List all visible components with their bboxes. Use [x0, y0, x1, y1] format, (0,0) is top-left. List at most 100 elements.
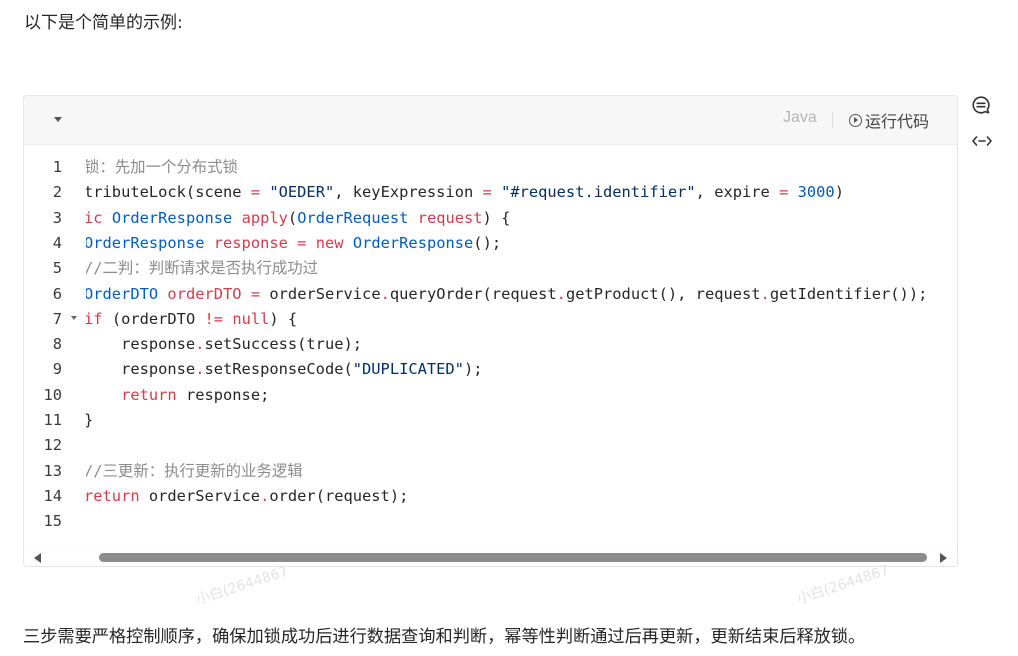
line-number: 8	[52, 335, 62, 354]
code-token: getIdentifier());	[769, 284, 928, 303]
code-token: OrderResponse	[84, 233, 205, 252]
code-token: "DUPLICATED"	[352, 360, 464, 379]
code-token: request	[417, 208, 483, 227]
code-token: response	[84, 360, 196, 379]
code-line: 11}	[24, 408, 957, 433]
code-token: null	[232, 309, 270, 328]
run-code-label: 运行代码	[865, 112, 930, 131]
run-code-button[interactable]: 运行代码	[849, 108, 929, 132]
code-token: =	[779, 183, 789, 202]
comment-icon[interactable]	[971, 95, 991, 115]
code-token: ) {	[269, 309, 298, 328]
code-token: //二判：判断请求是否执行成功过	[84, 259, 319, 278]
code-token: (orderDTO	[102, 309, 205, 328]
code-token: response	[213, 233, 288, 252]
code-token: )	[834, 183, 844, 202]
language-label: Java	[783, 109, 817, 126]
code-token: if	[84, 309, 103, 328]
code-token: OrderRequest	[297, 208, 409, 227]
code-token: OrderResponse	[111, 208, 233, 227]
line-number: 11	[43, 411, 62, 429]
scrollbar-thumb[interactable]	[99, 553, 927, 562]
code-text: return orderService.order(request);	[84, 484, 409, 509]
code-token: .	[260, 486, 270, 505]
line-number: 1	[52, 158, 62, 176]
fold-caret-icon[interactable]	[71, 315, 77, 320]
scroll-right-arrow-icon[interactable]	[940, 553, 947, 563]
code-token: setSuccess(true);	[204, 335, 363, 354]
code-token: !=	[204, 309, 224, 328]
code-line: 12	[24, 433, 957, 458]
code-text: response.setSuccess(true);	[86, 332, 363, 357]
line-number: 14	[43, 486, 62, 505]
code-token: );	[463, 360, 483, 379]
code-token: return	[84, 486, 140, 505]
code-token: //三更新：执行更新的业务逻辑	[84, 461, 303, 480]
code-token: return	[121, 385, 177, 404]
code-line: 6 OrderDTO orderDTO = orderService.queryO…	[24, 282, 957, 307]
code-token: "#request.identifier"	[501, 183, 696, 202]
line-number: 2	[52, 183, 62, 202]
code-token: =	[250, 284, 261, 303]
code-text: //二判：判断请求是否执行成功过	[84, 256, 319, 281]
line-number: 10	[43, 385, 62, 404]
code-text: response.setResponseCode("DUPLICATED");	[84, 357, 483, 382]
code-line: 8 response.setSuccess(true);	[24, 332, 957, 357]
code-token: =	[482, 183, 492, 202]
horizontal-scrollbar[interactable]	[24, 548, 957, 566]
collapse-toggle-icon[interactable]	[54, 117, 62, 122]
code-token: =	[250, 183, 261, 202]
code-block: Java 运行代码 1 锁：先加一个分布式锁 2 tributeLock(scene …	[23, 95, 958, 567]
watermark: 小白(2644867	[194, 563, 291, 609]
line-number: 3	[52, 208, 62, 227]
line-number: 15	[43, 512, 62, 531]
code-line: 14 return orderService.order(request);	[24, 484, 957, 509]
code-text: OrderResponse response = new OrderRespon…	[84, 231, 502, 256]
code-token: orderService	[139, 486, 261, 505]
line-number: 6	[52, 284, 62, 303]
expand-width-icon[interactable]	[971, 131, 993, 151]
line-number: 12	[43, 436, 62, 455]
code-line: 15	[24, 509, 957, 534]
code-token: .	[380, 284, 390, 303]
code-line: 2 tributeLock(scene = "OEDER", keyExpress…	[24, 180, 957, 205]
code-token: orderDTO	[167, 284, 242, 303]
code-editor[interactable]: 1 锁：先加一个分布式锁 2 tributeLock(scene = "OEDER",…	[24, 145, 957, 547]
code-line: 1 锁：先加一个分布式锁	[24, 155, 957, 180]
code-text: return response;	[86, 383, 270, 408]
header-divider	[832, 112, 833, 128]
code-token: setResponseCode(	[204, 360, 353, 379]
code-token: (	[287, 208, 298, 227]
line-number: 4	[52, 233, 62, 252]
code-token: "OEDER"	[269, 183, 335, 202]
code-token: order(request);	[269, 486, 409, 505]
line-number: 7	[52, 309, 62, 328]
code-token: queryOrder(request	[389, 284, 557, 303]
code-token: , expire	[695, 183, 780, 202]
line-number: 13	[43, 461, 62, 480]
code-token: 3000	[797, 183, 835, 202]
code-token: OrderResponse	[352, 233, 474, 252]
code-token: response;	[176, 385, 270, 404]
scroll-left-arrow-icon[interactable]	[34, 553, 41, 563]
line-number: 5	[52, 259, 62, 278]
code-text: if (orderDTO != null) {	[84, 307, 298, 332]
code-line: 5 //二判：判断请求是否执行成功过	[24, 256, 957, 281]
code-line: 3 ic OrderResponse apply(OrderRequest req…	[24, 206, 957, 231]
code-token: ();	[473, 233, 502, 252]
line-number: 9	[52, 360, 62, 379]
code-token: .	[556, 284, 566, 303]
code-line: 13 //三更新：执行更新的业务逻辑	[24, 459, 957, 484]
code-token: .	[760, 284, 770, 303]
code-token: 锁：先加一个分布式锁	[84, 158, 238, 176]
